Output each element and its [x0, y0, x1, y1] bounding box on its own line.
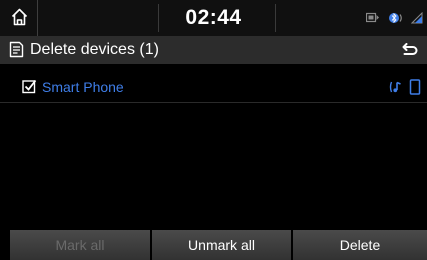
audio-streaming-icon: [389, 81, 401, 93]
back-button[interactable]: [393, 36, 427, 64]
back-arrow-icon: [402, 43, 418, 55]
home-icon: [11, 8, 28, 26]
action-bar: Mark all Unmark all Delete: [0, 230, 427, 260]
phone-icon: [409, 79, 421, 95]
device-name: Smart Phone: [42, 79, 124, 95]
unmark-all-button[interactable]: Unmark all: [152, 230, 291, 260]
status-bar: 02:44: [0, 0, 427, 36]
bluetooth-icon: [388, 12, 402, 24]
clock: 02:44: [185, 6, 242, 29]
title-bar: Delete devices (1): [0, 36, 427, 64]
page-title: Delete devices (1): [30, 41, 159, 58]
delete-button[interactable]: Delete: [293, 230, 427, 260]
checkbox-checked-icon[interactable]: [22, 79, 37, 94]
home-button[interactable]: [0, 0, 38, 36]
delete-devices-screen: 02:44 Delete devices (1) Smart Phone Mar…: [0, 0, 427, 260]
device-item[interactable]: Smart Phone: [0, 72, 427, 103]
signal-icon: [411, 12, 423, 24]
status-divider: [275, 4, 276, 32]
device-list: Smart Phone: [0, 64, 427, 230]
media-icon: [366, 12, 380, 23]
list-icon: [9, 41, 24, 58]
mark-all-button[interactable]: Mark all: [10, 230, 150, 260]
status-icons: [362, 12, 423, 24]
